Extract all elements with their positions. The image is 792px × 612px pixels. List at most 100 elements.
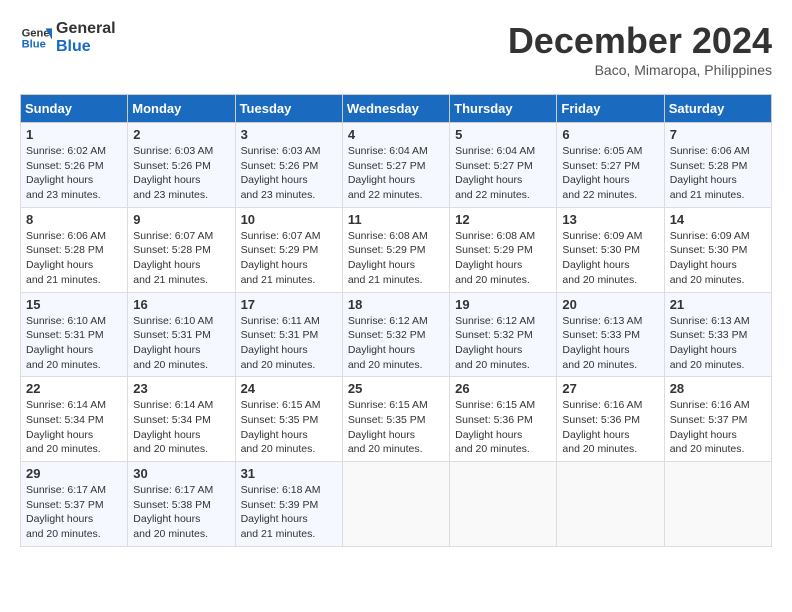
day-info: Sunrise: 6:02 AM Sunset: 5:26 PM Dayligh… xyxy=(26,144,122,203)
day-info: Sunrise: 6:07 AM Sunset: 5:29 PM Dayligh… xyxy=(241,229,337,288)
calendar-cell: 29 Sunrise: 6:17 AM Sunset: 5:37 PM Dayl… xyxy=(21,462,128,547)
day-number: 28 xyxy=(670,381,766,396)
calendar-cell: 13 Sunrise: 6:09 AM Sunset: 5:30 PM Dayl… xyxy=(557,207,664,292)
day-info: Sunrise: 6:17 AM Sunset: 5:38 PM Dayligh… xyxy=(133,483,229,542)
header-tuesday: Tuesday xyxy=(235,95,342,123)
calendar-cell: 23 Sunrise: 6:14 AM Sunset: 5:34 PM Dayl… xyxy=(128,377,235,462)
calendar-cell: 8 Sunrise: 6:06 AM Sunset: 5:28 PM Dayli… xyxy=(21,207,128,292)
calendar-cell: 18 Sunrise: 6:12 AM Sunset: 5:32 PM Dayl… xyxy=(342,292,449,377)
day-info: Sunrise: 6:06 AM Sunset: 5:28 PM Dayligh… xyxy=(26,229,122,288)
logo-general: General xyxy=(56,20,116,38)
day-number: 14 xyxy=(670,212,766,227)
day-info: Sunrise: 6:15 AM Sunset: 5:35 PM Dayligh… xyxy=(348,398,444,457)
calendar-cell: 25 Sunrise: 6:15 AM Sunset: 5:35 PM Dayl… xyxy=(342,377,449,462)
svg-text:Blue: Blue xyxy=(22,38,46,50)
month-title: December 2024 xyxy=(508,20,772,62)
calendar-cell: 1 Sunrise: 6:02 AM Sunset: 5:26 PM Dayli… xyxy=(21,123,128,208)
day-number: 4 xyxy=(348,127,444,142)
header-friday: Friday xyxy=(557,95,664,123)
calendar-cell xyxy=(664,462,771,547)
day-info: Sunrise: 6:07 AM Sunset: 5:28 PM Dayligh… xyxy=(133,229,229,288)
day-info: Sunrise: 6:16 AM Sunset: 5:37 PM Dayligh… xyxy=(670,398,766,457)
calendar-cell: 9 Sunrise: 6:07 AM Sunset: 5:28 PM Dayli… xyxy=(128,207,235,292)
calendar-cell xyxy=(342,462,449,547)
week-row-1: 1 Sunrise: 6:02 AM Sunset: 5:26 PM Dayli… xyxy=(21,123,772,208)
day-number: 31 xyxy=(241,466,337,481)
day-info: Sunrise: 6:09 AM Sunset: 5:30 PM Dayligh… xyxy=(670,229,766,288)
calendar-cell xyxy=(557,462,664,547)
logo-icon: General Blue xyxy=(20,22,52,54)
day-info: Sunrise: 6:14 AM Sunset: 5:34 PM Dayligh… xyxy=(133,398,229,457)
calendar-cell: 16 Sunrise: 6:10 AM Sunset: 5:31 PM Dayl… xyxy=(128,292,235,377)
week-row-2: 8 Sunrise: 6:06 AM Sunset: 5:28 PM Dayli… xyxy=(21,207,772,292)
day-info: Sunrise: 6:15 AM Sunset: 5:35 PM Dayligh… xyxy=(241,398,337,457)
calendar-cell: 22 Sunrise: 6:14 AM Sunset: 5:34 PM Dayl… xyxy=(21,377,128,462)
calendar-cell: 11 Sunrise: 6:08 AM Sunset: 5:29 PM Dayl… xyxy=(342,207,449,292)
day-info: Sunrise: 6:12 AM Sunset: 5:32 PM Dayligh… xyxy=(348,314,444,373)
week-row-4: 22 Sunrise: 6:14 AM Sunset: 5:34 PM Dayl… xyxy=(21,377,772,462)
day-number: 11 xyxy=(348,212,444,227)
day-number: 9 xyxy=(133,212,229,227)
day-number: 16 xyxy=(133,297,229,312)
day-number: 6 xyxy=(562,127,658,142)
day-number: 25 xyxy=(348,381,444,396)
calendar-cell: 10 Sunrise: 6:07 AM Sunset: 5:29 PM Dayl… xyxy=(235,207,342,292)
calendar-cell: 3 Sunrise: 6:03 AM Sunset: 5:26 PM Dayli… xyxy=(235,123,342,208)
day-info: Sunrise: 6:10 AM Sunset: 5:31 PM Dayligh… xyxy=(26,314,122,373)
logo-blue: Blue xyxy=(56,38,116,56)
calendar-cell: 14 Sunrise: 6:09 AM Sunset: 5:30 PM Dayl… xyxy=(664,207,771,292)
header-sunday: Sunday xyxy=(21,95,128,123)
day-info: Sunrise: 6:03 AM Sunset: 5:26 PM Dayligh… xyxy=(241,144,337,203)
page-header: General Blue General Blue December 2024 … xyxy=(20,20,772,78)
calendar-cell: 26 Sunrise: 6:15 AM Sunset: 5:36 PM Dayl… xyxy=(450,377,557,462)
calendar-header-row: SundayMondayTuesdayWednesdayThursdayFrid… xyxy=(21,95,772,123)
day-number: 19 xyxy=(455,297,551,312)
header-thursday: Thursday xyxy=(450,95,557,123)
calendar-cell: 30 Sunrise: 6:17 AM Sunset: 5:38 PM Dayl… xyxy=(128,462,235,547)
day-number: 1 xyxy=(26,127,122,142)
day-number: 8 xyxy=(26,212,122,227)
calendar-cell: 4 Sunrise: 6:04 AM Sunset: 5:27 PM Dayli… xyxy=(342,123,449,208)
calendar-cell: 20 Sunrise: 6:13 AM Sunset: 5:33 PM Dayl… xyxy=(557,292,664,377)
calendar-cell: 21 Sunrise: 6:13 AM Sunset: 5:33 PM Dayl… xyxy=(664,292,771,377)
calendar-cell: 24 Sunrise: 6:15 AM Sunset: 5:35 PM Dayl… xyxy=(235,377,342,462)
calendar-cell xyxy=(450,462,557,547)
day-number: 17 xyxy=(241,297,337,312)
calendar-cell: 15 Sunrise: 6:10 AM Sunset: 5:31 PM Dayl… xyxy=(21,292,128,377)
header-wednesday: Wednesday xyxy=(342,95,449,123)
calendar-cell: 12 Sunrise: 6:08 AM Sunset: 5:29 PM Dayl… xyxy=(450,207,557,292)
day-number: 2 xyxy=(133,127,229,142)
header-saturday: Saturday xyxy=(664,95,771,123)
day-info: Sunrise: 6:11 AM Sunset: 5:31 PM Dayligh… xyxy=(241,314,337,373)
day-info: Sunrise: 6:04 AM Sunset: 5:27 PM Dayligh… xyxy=(455,144,551,203)
calendar-cell: 2 Sunrise: 6:03 AM Sunset: 5:26 PM Dayli… xyxy=(128,123,235,208)
header-monday: Monday xyxy=(128,95,235,123)
calendar-cell: 27 Sunrise: 6:16 AM Sunset: 5:36 PM Dayl… xyxy=(557,377,664,462)
day-info: Sunrise: 6:14 AM Sunset: 5:34 PM Dayligh… xyxy=(26,398,122,457)
calendar-cell: 7 Sunrise: 6:06 AM Sunset: 5:28 PM Dayli… xyxy=(664,123,771,208)
day-number: 13 xyxy=(562,212,658,227)
logo: General Blue General Blue xyxy=(20,20,116,55)
calendar-cell: 6 Sunrise: 6:05 AM Sunset: 5:27 PM Dayli… xyxy=(557,123,664,208)
day-number: 26 xyxy=(455,381,551,396)
calendar-cell: 5 Sunrise: 6:04 AM Sunset: 5:27 PM Dayli… xyxy=(450,123,557,208)
day-number: 3 xyxy=(241,127,337,142)
day-info: Sunrise: 6:18 AM Sunset: 5:39 PM Dayligh… xyxy=(241,483,337,542)
day-info: Sunrise: 6:06 AM Sunset: 5:28 PM Dayligh… xyxy=(670,144,766,203)
day-number: 10 xyxy=(241,212,337,227)
day-number: 15 xyxy=(26,297,122,312)
day-number: 27 xyxy=(562,381,658,396)
day-info: Sunrise: 6:08 AM Sunset: 5:29 PM Dayligh… xyxy=(348,229,444,288)
calendar-cell: 17 Sunrise: 6:11 AM Sunset: 5:31 PM Dayl… xyxy=(235,292,342,377)
day-number: 20 xyxy=(562,297,658,312)
calendar-cell: 28 Sunrise: 6:16 AM Sunset: 5:37 PM Dayl… xyxy=(664,377,771,462)
day-info: Sunrise: 6:13 AM Sunset: 5:33 PM Dayligh… xyxy=(562,314,658,373)
day-info: Sunrise: 6:03 AM Sunset: 5:26 PM Dayligh… xyxy=(133,144,229,203)
day-info: Sunrise: 6:10 AM Sunset: 5:31 PM Dayligh… xyxy=(133,314,229,373)
day-info: Sunrise: 6:17 AM Sunset: 5:37 PM Dayligh… xyxy=(26,483,122,542)
day-number: 29 xyxy=(26,466,122,481)
day-number: 7 xyxy=(670,127,766,142)
week-row-5: 29 Sunrise: 6:17 AM Sunset: 5:37 PM Dayl… xyxy=(21,462,772,547)
location: Baco, Mimaropa, Philippines xyxy=(508,62,772,78)
day-info: Sunrise: 6:05 AM Sunset: 5:27 PM Dayligh… xyxy=(562,144,658,203)
